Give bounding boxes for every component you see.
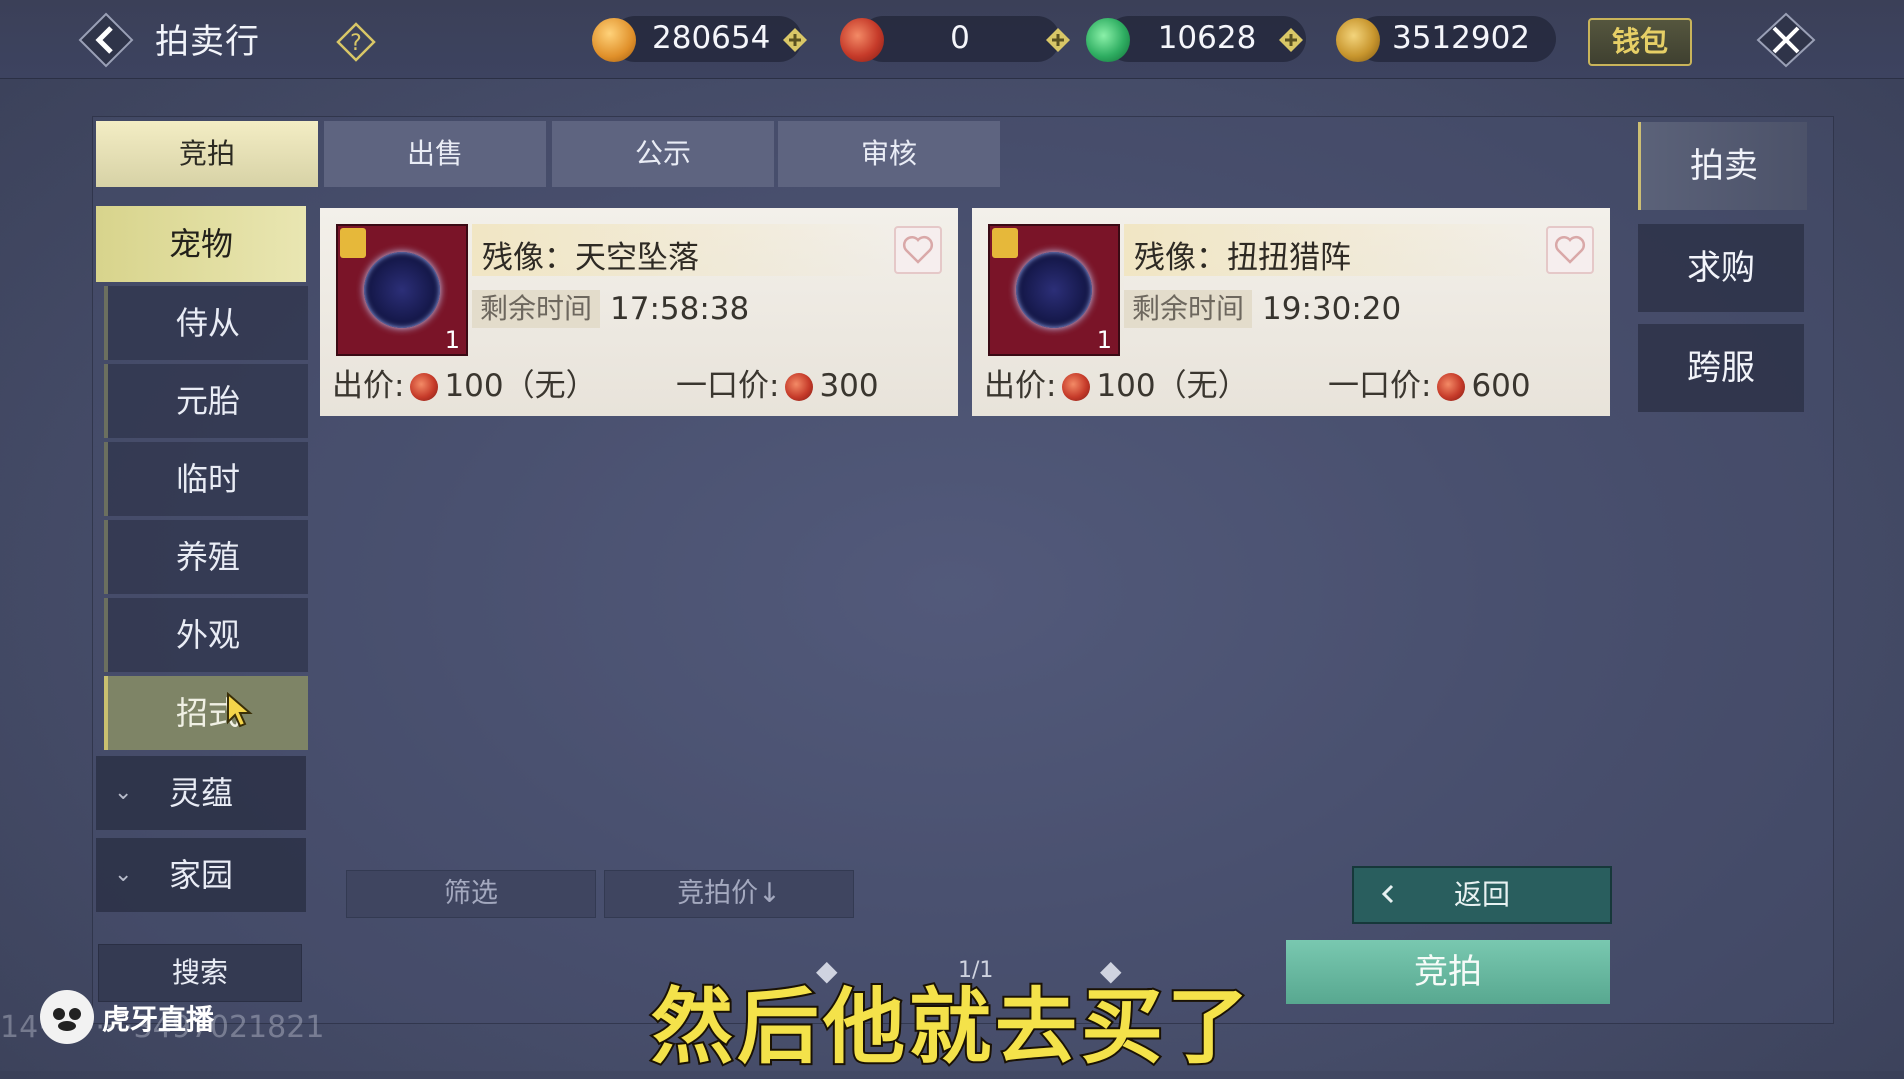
return-button[interactable]: 返回 [1352,866,1612,924]
tab-sell[interactable]: 出售 [324,121,546,187]
time-left-label: 剩余时间 [472,290,601,328]
currency-leaf: 3512902 [1336,14,1556,64]
help-icon[interactable]: ? [336,22,376,62]
add-currency-icon[interactable] [1045,27,1071,53]
item-quantity: 1 [1096,326,1112,354]
tab-public[interactable]: 公示 [552,121,774,187]
auction-item-card[interactable]: 1 残像：天空坠落 剩余时间 17:58:38 出价: 100（无） 一口价: 30… [320,208,958,416]
sort-bid-price-button[interactable]: 竞拍价↓ [604,870,854,918]
jade-coin-icon [1086,18,1130,62]
red-swirl-coin-icon [410,373,439,401]
close-icon[interactable] [1756,12,1816,68]
category-embryo[interactable]: 元胎 [104,364,308,438]
item-quantity: 1 [444,326,460,354]
skill-orb-icon [364,252,440,328]
add-currency-icon[interactable] [1278,27,1304,53]
auction-item-card[interactable]: 1 残像：扭扭猎阵 剩余时间 19:30:20 出价: 100（无） 一口价: 60… [972,208,1610,416]
category-attendants[interactable]: 侍从 [104,286,308,360]
bid-price: 出价: 100（无） [332,368,597,404]
category-label: 家园 [168,856,233,894]
buyout-price: 一口价: 300 [676,368,879,404]
category-home[interactable]: ⌄ 家园 [96,838,306,912]
item-thumbnail: 1 [988,224,1120,356]
gold-ingot-icon [592,18,636,62]
add-currency-icon[interactable] [782,27,808,53]
chevron-left-icon [1381,884,1394,904]
red-swirl-coin-icon [840,18,884,62]
category-skills[interactable]: 招式 [104,676,308,750]
currency-red: 0 [840,14,1070,64]
category-pets[interactable]: 宠物 [96,206,306,282]
item-name: 残像：扭扭猎阵 [1134,240,1351,276]
red-swirl-coin-icon [785,373,814,401]
side-tab-cross-server[interactable]: 跨服 [1638,324,1804,412]
item-thumbnail: 1 [336,224,468,356]
buyout-price: 一口价: 600 [1328,368,1531,404]
mouse-cursor-icon [227,692,253,728]
item-name: 残像：天空坠落 [482,240,699,276]
filter-button[interactable]: 筛选 [346,870,596,918]
bid-price: 出价: 100（无） [984,368,1249,404]
wallet-button[interactable]: 钱包 [1588,18,1692,66]
return-label: 返回 [1454,878,1511,911]
time-left-value: 17:58:38 [610,291,750,327]
category-breeding[interactable]: 养殖 [104,520,308,594]
side-tab-auction[interactable]: 拍卖 [1638,122,1807,210]
chevron-down-icon: ⌄ [114,780,133,805]
skill-tag-icon [340,228,366,258]
gold-leaf-icon [1336,18,1380,62]
skill-orb-icon [1016,252,1092,328]
tab-review[interactable]: 审核 [778,121,1000,187]
currency-value: 3512902 [1391,20,1531,56]
category-label: 灵蕴 [168,774,233,812]
time-left-label: 剩余时间 [1124,290,1253,328]
currency-gold: 280654 [592,14,812,64]
page-title: 拍卖行 [155,22,260,62]
red-swirl-coin-icon [1062,373,1091,401]
category-temporary[interactable]: 临时 [104,442,308,516]
back-arrow-icon[interactable] [78,12,134,68]
currency-value: 280654 [652,20,771,56]
currency-jade: 10628 [1086,14,1316,64]
svg-text:?: ? [350,31,362,56]
top-bar: 拍卖行 ? 280654 0 10628 3512902 钱包 [0,0,1904,79]
category-appearance[interactable]: 外观 [104,598,308,672]
video-subtitle: 然后他就去买了 [649,978,1253,1077]
favorite-heart-icon[interactable] [894,226,942,274]
currency-value: 10628 [1157,20,1257,56]
side-tab-wanted[interactable]: 求购 [1638,224,1804,312]
red-swirl-coin-icon [1437,373,1466,401]
chevron-down-icon: ⌄ [114,862,133,887]
favorite-heart-icon[interactable] [1546,226,1594,274]
time-left-value: 19:30:20 [1262,291,1402,327]
tab-bidding[interactable]: 竞拍 [96,121,318,187]
category-spirit[interactable]: ⌄ 灵蕴 [96,756,306,830]
skill-tag-icon [992,228,1018,258]
currency-value: 0 [950,20,970,56]
